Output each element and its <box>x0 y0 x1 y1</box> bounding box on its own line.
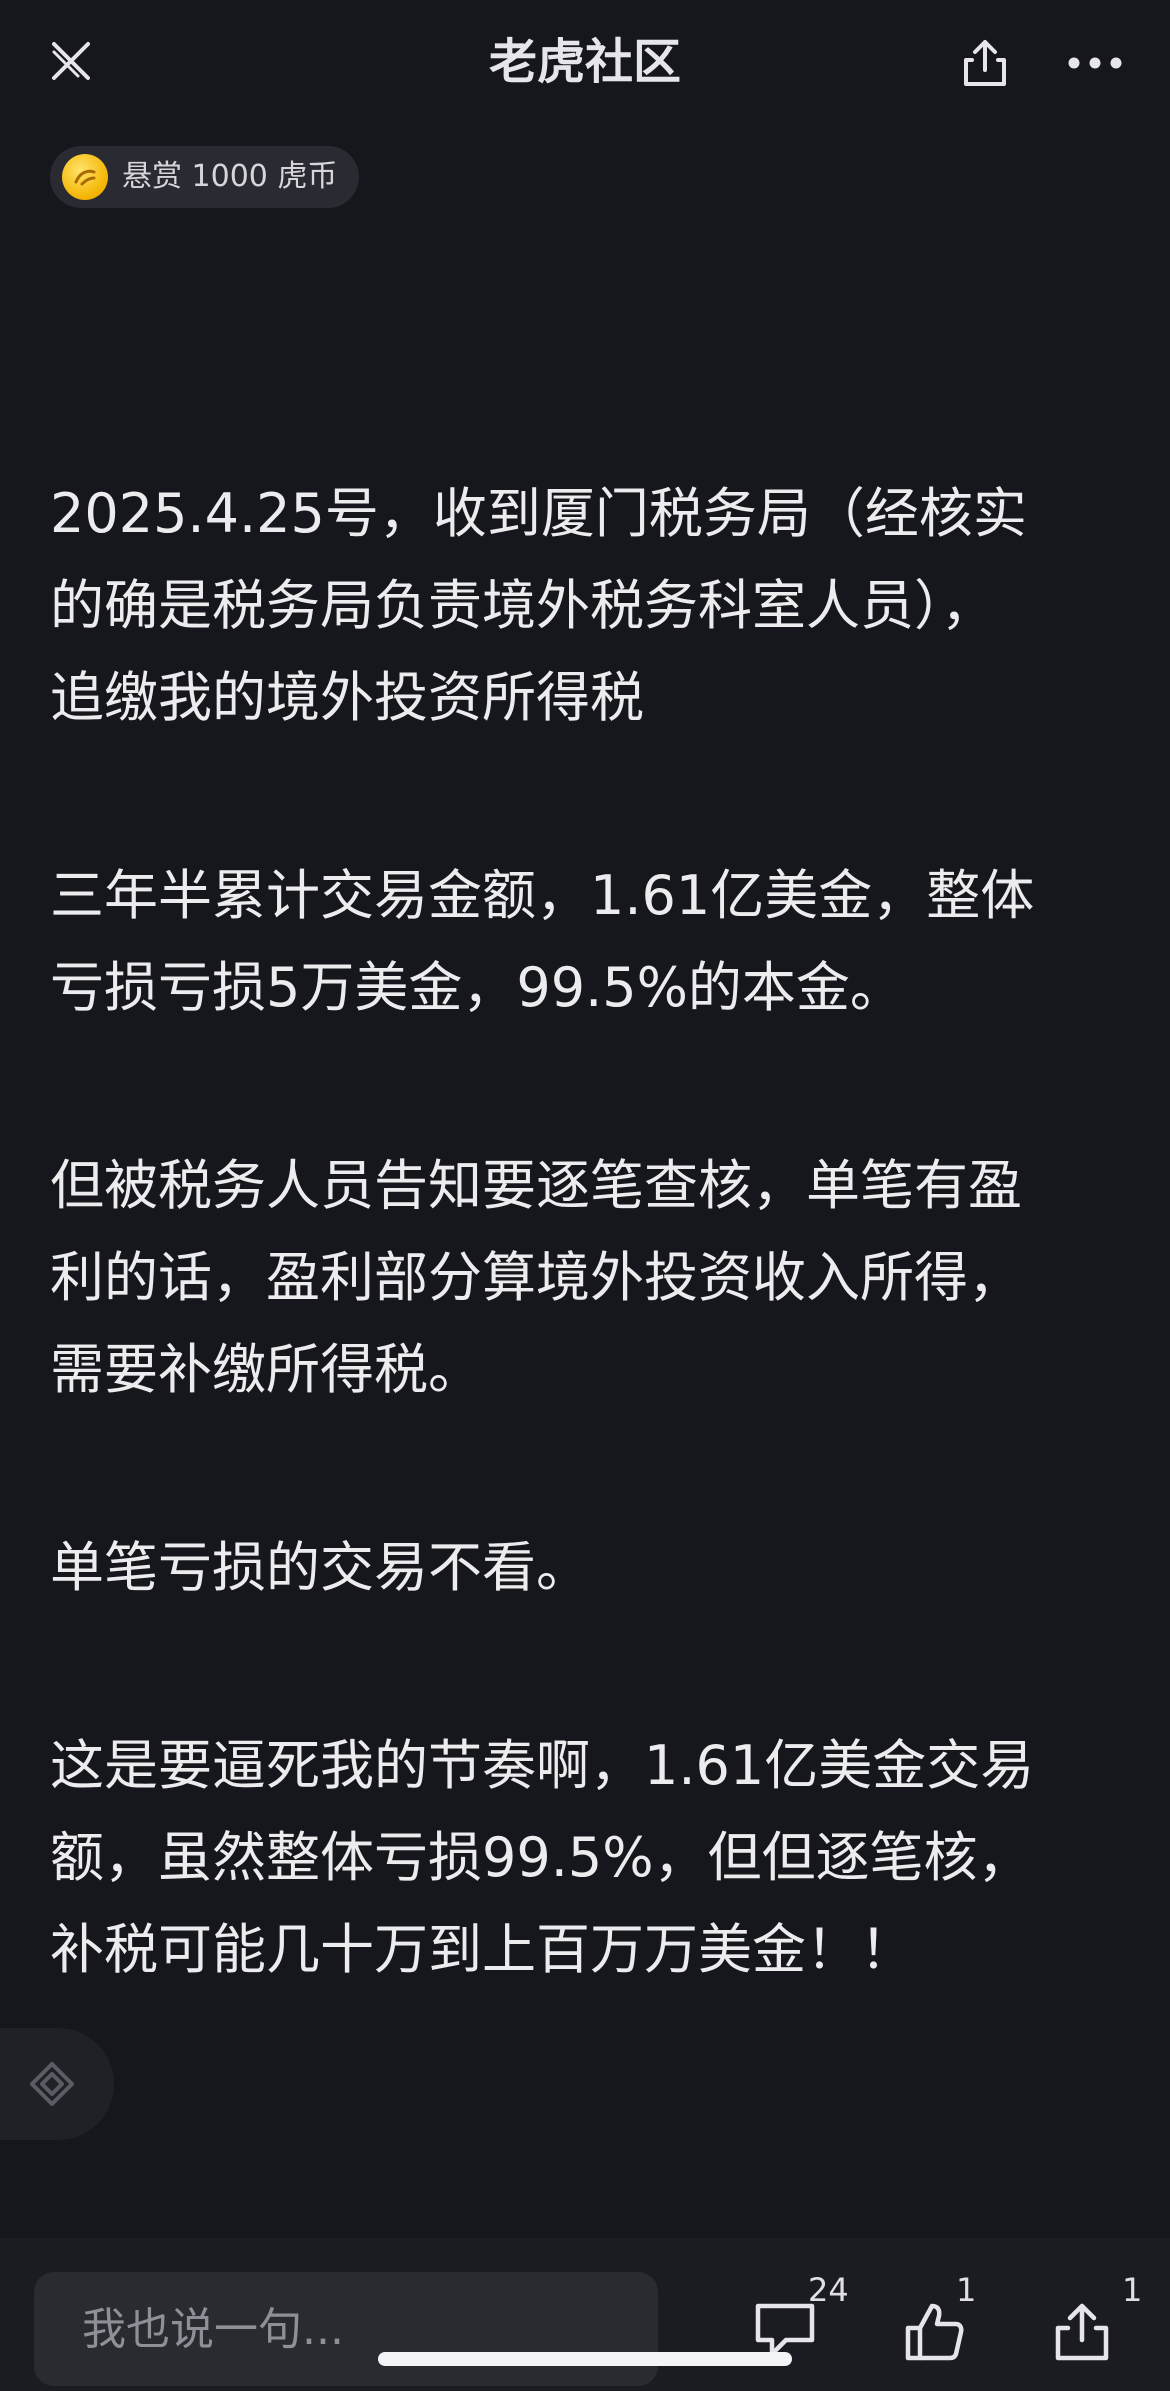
like-count: 1 <box>956 2271 977 2309</box>
home-indicator <box>378 2352 792 2366</box>
thumbs-up-icon <box>905 2303 964 2361</box>
floating-ai-button[interactable] <box>0 2028 114 2140</box>
bounty-badge[interactable]: 悬赏 1000 虎币 <box>50 146 360 208</box>
post-content: 2025.4.25号，收到厦门税务局（经核实 的确是税务局负责境外税务科室人员）… <box>50 468 1130 2102</box>
post-paragraph: 这是要逼死我的节奏啊，1.61亿美金交易 额，虽然整体亏损99.5%，但但逐笔核… <box>50 1734 1035 1981</box>
share-icon <box>1055 2303 1109 2361</box>
top-nav-bar: 老虎社区 <box>0 0 1170 130</box>
share-count: 1 <box>1122 2271 1143 2309</box>
comment-input[interactable] <box>34 2272 658 2386</box>
post-paragraph: 但被税务人员告知要逐笔查核，单笔有盈 利的话，盈利部分算境外投资收入所得， 需要… <box>50 1154 1022 1401</box>
share-button[interactable]: 1 <box>1038 2272 1142 2378</box>
post-paragraph: 三年半累计交易金额，1.61亿美金，整体 亏损亏损5万美金，99.5%的本金。 <box>50 864 1035 1019</box>
comment-icon <box>755 2303 815 2357</box>
like-button[interactable]: 1 <box>890 2272 990 2378</box>
more-dots-icon <box>1068 57 1122 69</box>
bottom-action-bar: 24 1 1 <box>0 2238 1170 2391</box>
comment-count: 24 <box>808 2271 849 2309</box>
header-share-button[interactable] <box>950 28 1020 98</box>
share-icon <box>964 40 1006 86</box>
post-paragraph: 单笔亏损的交易不看。 <box>50 1536 590 1599</box>
bounty-label: 悬赏 1000 虎币 <box>122 159 338 194</box>
coin-icon <box>62 154 108 200</box>
more-options-button[interactable] <box>1060 28 1130 98</box>
post-paragraph: 2025.4.25号，收到厦门税务局（经核实 的确是税务局负责境外税务科室人员）… <box>50 482 1027 729</box>
diamond-logo-icon <box>30 2062 74 2106</box>
